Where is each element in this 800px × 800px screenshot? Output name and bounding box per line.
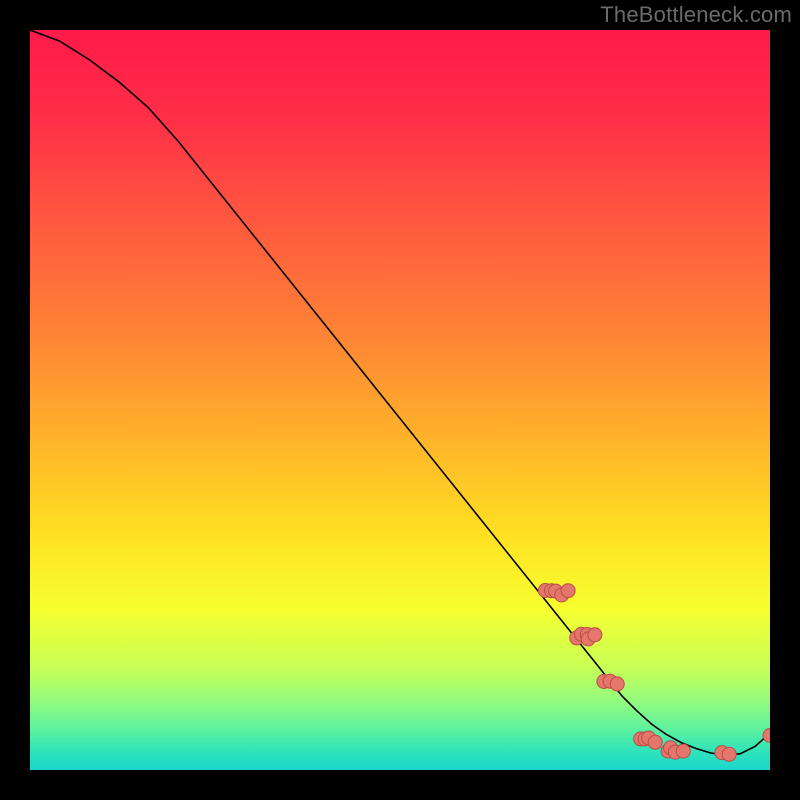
data-dots	[538, 584, 770, 762]
data-dot	[648, 735, 662, 749]
data-dot	[561, 584, 575, 598]
data-dot	[722, 747, 736, 761]
curve-line	[30, 30, 770, 755]
data-dot	[763, 729, 770, 743]
plot-area	[30, 30, 770, 770]
chart-frame: TheBottleneck.com	[0, 0, 800, 800]
data-dot	[676, 744, 690, 758]
data-dot	[588, 628, 602, 642]
watermark-text: TheBottleneck.com	[600, 2, 792, 28]
data-dot	[610, 677, 624, 691]
chart-overlay	[30, 30, 770, 770]
